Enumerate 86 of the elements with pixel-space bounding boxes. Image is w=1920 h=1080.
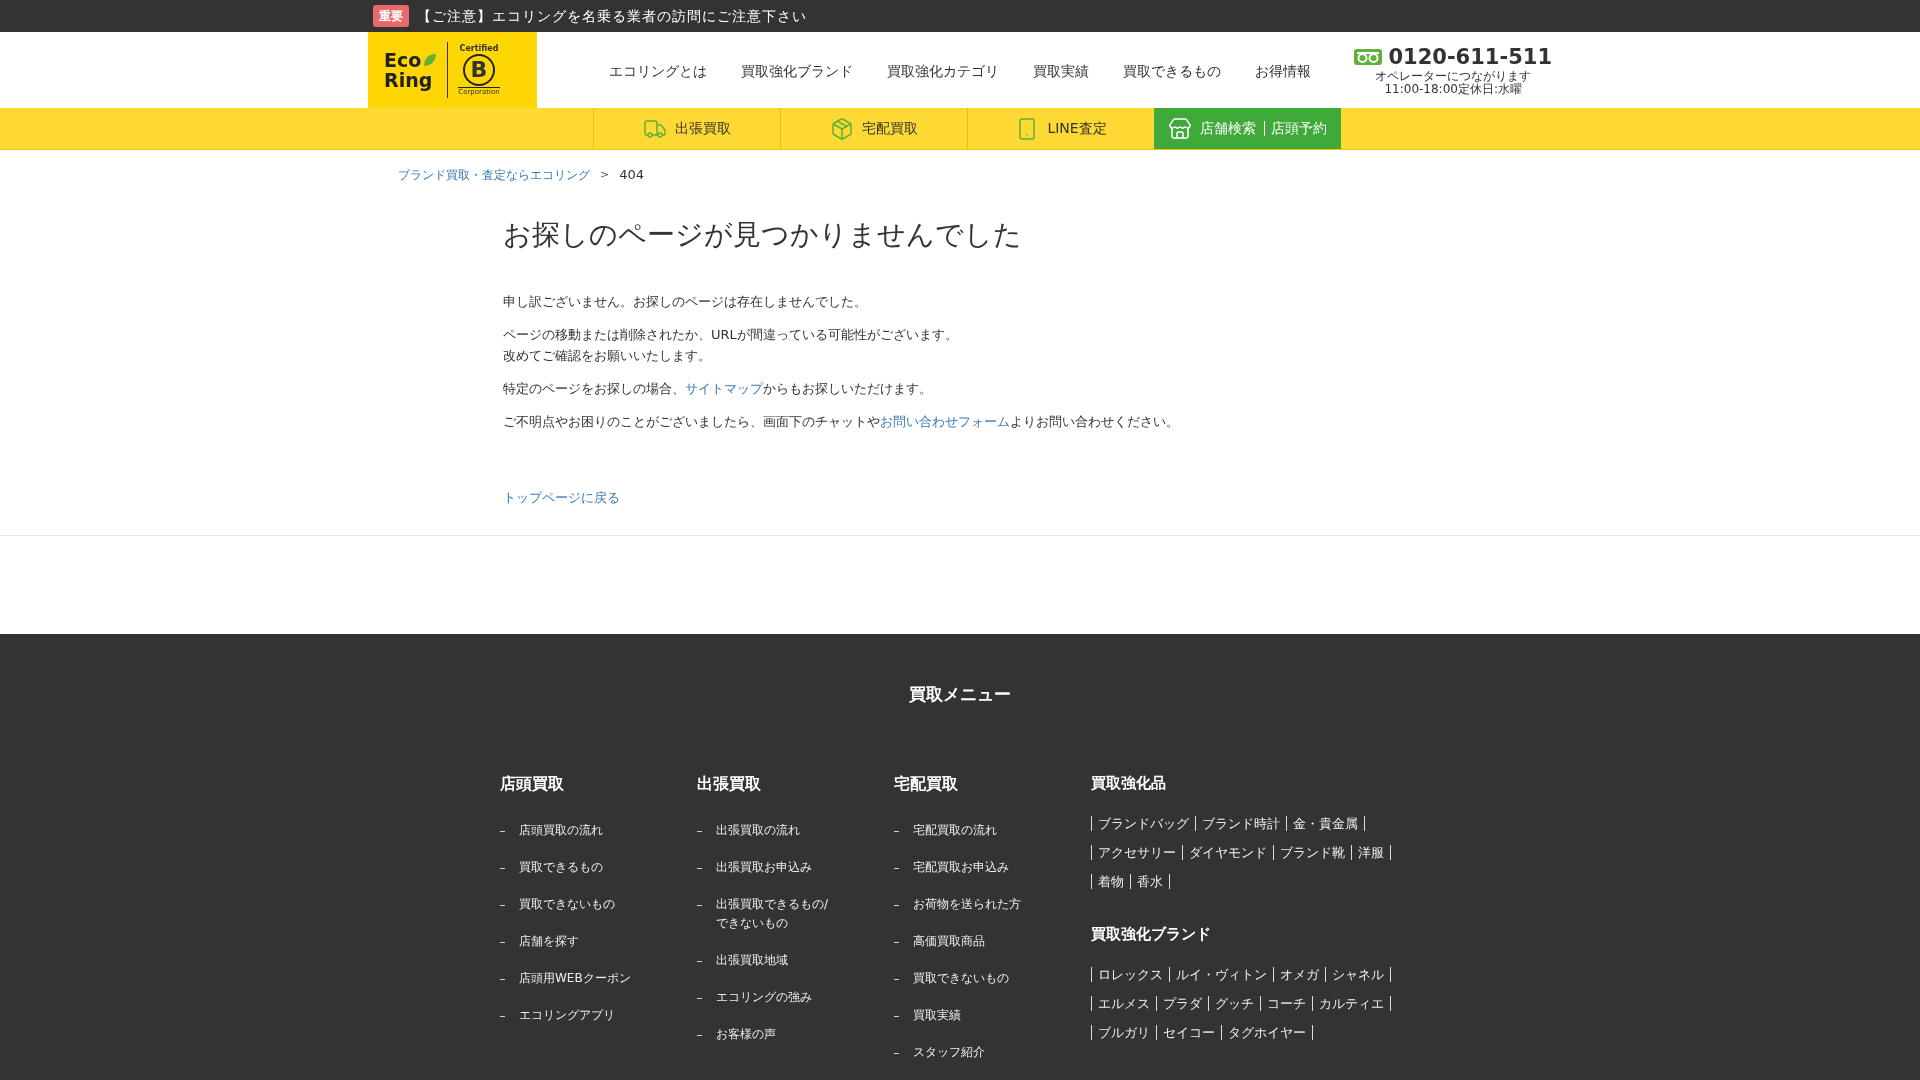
tag-link[interactable]: コーチ: [1260, 995, 1313, 1011]
tag-link[interactable]: ブルガリ: [1091, 1024, 1157, 1040]
footer-link[interactable]: 宅配買取お申込み: [913, 857, 1009, 877]
footer-link[interactable]: 宅配買取の流れ: [913, 820, 997, 840]
tag-link[interactable]: 香水: [1130, 873, 1170, 889]
column-heading: 宅配買取: [894, 772, 959, 795]
breadcrumb-current: 404: [619, 166, 645, 185]
footer-link[interactable]: 出張買取お申込み: [716, 857, 812, 877]
certified-text: Certified: [459, 43, 499, 54]
service-tab[interactable]: 出張買取: [593, 108, 780, 149]
inline-link[interactable]: お問い合わせフォーム: [880, 414, 1010, 429]
footer-link[interactable]: 店舗を探す: [519, 931, 579, 951]
tag-link[interactable]: シャネル: [1325, 966, 1391, 982]
tag-link[interactable]: 洋服: [1351, 844, 1391, 860]
footer-link[interactable]: 出張買取の流れ: [716, 820, 800, 840]
tag-link[interactable]: オメガ: [1273, 966, 1326, 982]
footer-link[interactable]: お客様の声: [716, 1024, 776, 1044]
message-text: 改めてご確認をお願いいたします。: [503, 348, 711, 363]
column-heading: 買取強化ブランド: [1091, 923, 1212, 945]
tag-link[interactable]: ダイヤモンド: [1182, 844, 1274, 860]
message-text: からもお探しいただけます。: [763, 381, 932, 396]
important-badge: 重要: [373, 5, 409, 27]
footer-link[interactable]: 高価買取商品: [913, 931, 985, 951]
message-text: よりお問い合わせください。: [1010, 414, 1179, 429]
nav-link[interactable]: 買取強化カテゴリ: [887, 60, 999, 82]
column-heading: 買取強化品: [1091, 772, 1167, 794]
tab-label: 出張買取: [675, 119, 731, 138]
footer-title: 買取メニュー: [908, 682, 1012, 706]
tag-link[interactable]: プラダ: [1156, 995, 1209, 1011]
column-heading: 出張買取: [697, 772, 762, 795]
footer-link[interactable]: 買取できるもの: [519, 857, 603, 877]
breadcrumb-separator: >: [600, 166, 610, 183]
tab-label: LINE査定: [1047, 119, 1107, 138]
nav-link[interactable]: エコリングとは: [609, 60, 707, 82]
tab-label: 店頭予約: [1264, 121, 1327, 136]
page-title: お探しのページが見つかりませんでした: [503, 217, 1023, 253]
notice-text[interactable]: 【ご注意】エコリングを名乗る業者の訪問にご注意下さい: [417, 5, 807, 27]
nav-link[interactable]: お得情報: [1255, 60, 1311, 82]
phone-note: オペレーターにつながります: [1375, 70, 1532, 83]
nav-link[interactable]: 買取実績: [1033, 60, 1089, 82]
message-text: 特定のページをお探しの場合、: [503, 381, 685, 396]
footer-link[interactable]: 店頭用WEBクーポン: [519, 968, 631, 988]
tag-link[interactable]: ブランド時計: [1195, 815, 1287, 831]
footer-link[interactable]: 店頭買取の流れ: [519, 820, 603, 840]
footer-link[interactable]: お荷物を送られた方: [913, 894, 1021, 914]
tag-link[interactable]: ロレックス: [1091, 966, 1170, 982]
breadcrumb-link[interactable]: ブランド買取・査定ならエコリング: [398, 166, 590, 184]
back-to-top-link[interactable]: トップページに戻る: [503, 488, 1522, 508]
footer-link[interactable]: エコリングアプリ: [519, 1005, 615, 1025]
column-heading: 店頭買取: [500, 772, 565, 795]
logo-text: Eco: [384, 50, 438, 70]
message-text: ページの移動または削除されたか、URLが間違っている可能性がございます。: [503, 327, 958, 342]
footer-link[interactable]: 出張買取地域: [716, 950, 788, 970]
tag-link[interactable]: セイコー: [1156, 1024, 1222, 1040]
tag-link[interactable]: 着物: [1091, 873, 1131, 889]
tag-link[interactable]: ブランドバッグ: [1091, 815, 1196, 831]
box-icon: [830, 116, 854, 141]
logo-text: Ring: [384, 70, 434, 90]
footer-link[interactable]: スタッフ紹介: [913, 1042, 985, 1062]
tag-link[interactable]: ブランド靴: [1273, 844, 1352, 860]
tag-link[interactable]: ルイ・ヴィトン: [1169, 966, 1274, 982]
tag-link[interactable]: 金・貴金属: [1286, 815, 1365, 831]
footer-link[interactable]: 買取できないもの: [519, 894, 615, 914]
tag-link[interactable]: エルメス: [1091, 995, 1157, 1011]
service-tab[interactable]: 宅配買取: [780, 108, 967, 149]
message-text: ご不明点やお困りのことがございましたら、画面下のチャットや: [503, 414, 880, 429]
phone-number[interactable]: 0120-611-511: [1388, 44, 1552, 70]
tab-label: 宅配買取: [862, 119, 918, 138]
store-icon: [1168, 116, 1192, 141]
footer-link[interactable]: 買取実績: [913, 1005, 961, 1025]
b-mark: B: [462, 53, 495, 86]
tag-link[interactable]: カルティエ: [1312, 995, 1391, 1011]
inline-link[interactable]: サイトマップ: [685, 381, 763, 396]
message-text: 申し訳ございません。お探しのページは存在しませんでした。: [503, 294, 867, 309]
tag-link[interactable]: アクセサリー: [1091, 844, 1183, 860]
free-dial-icon: [1354, 49, 1383, 65]
nav-link[interactable]: 買取強化ブランド: [741, 60, 853, 82]
tab-label: 店舗検索: [1200, 119, 1256, 138]
footer-link[interactable]: 出張買取できるもの/できないもの: [716, 894, 834, 933]
nav-link[interactable]: 買取できるもの: [1123, 60, 1221, 82]
footer-link[interactable]: エコリングの強み: [716, 987, 812, 1007]
footer-link[interactable]: 買取できないもの: [913, 968, 1009, 988]
business-hours: 11:00-18:00定休日:水曜: [1384, 83, 1522, 96]
tag-link[interactable]: タグホイヤー: [1221, 1024, 1313, 1040]
leaf-icon: [423, 53, 438, 67]
tag-link[interactable]: グッチ: [1208, 995, 1261, 1011]
